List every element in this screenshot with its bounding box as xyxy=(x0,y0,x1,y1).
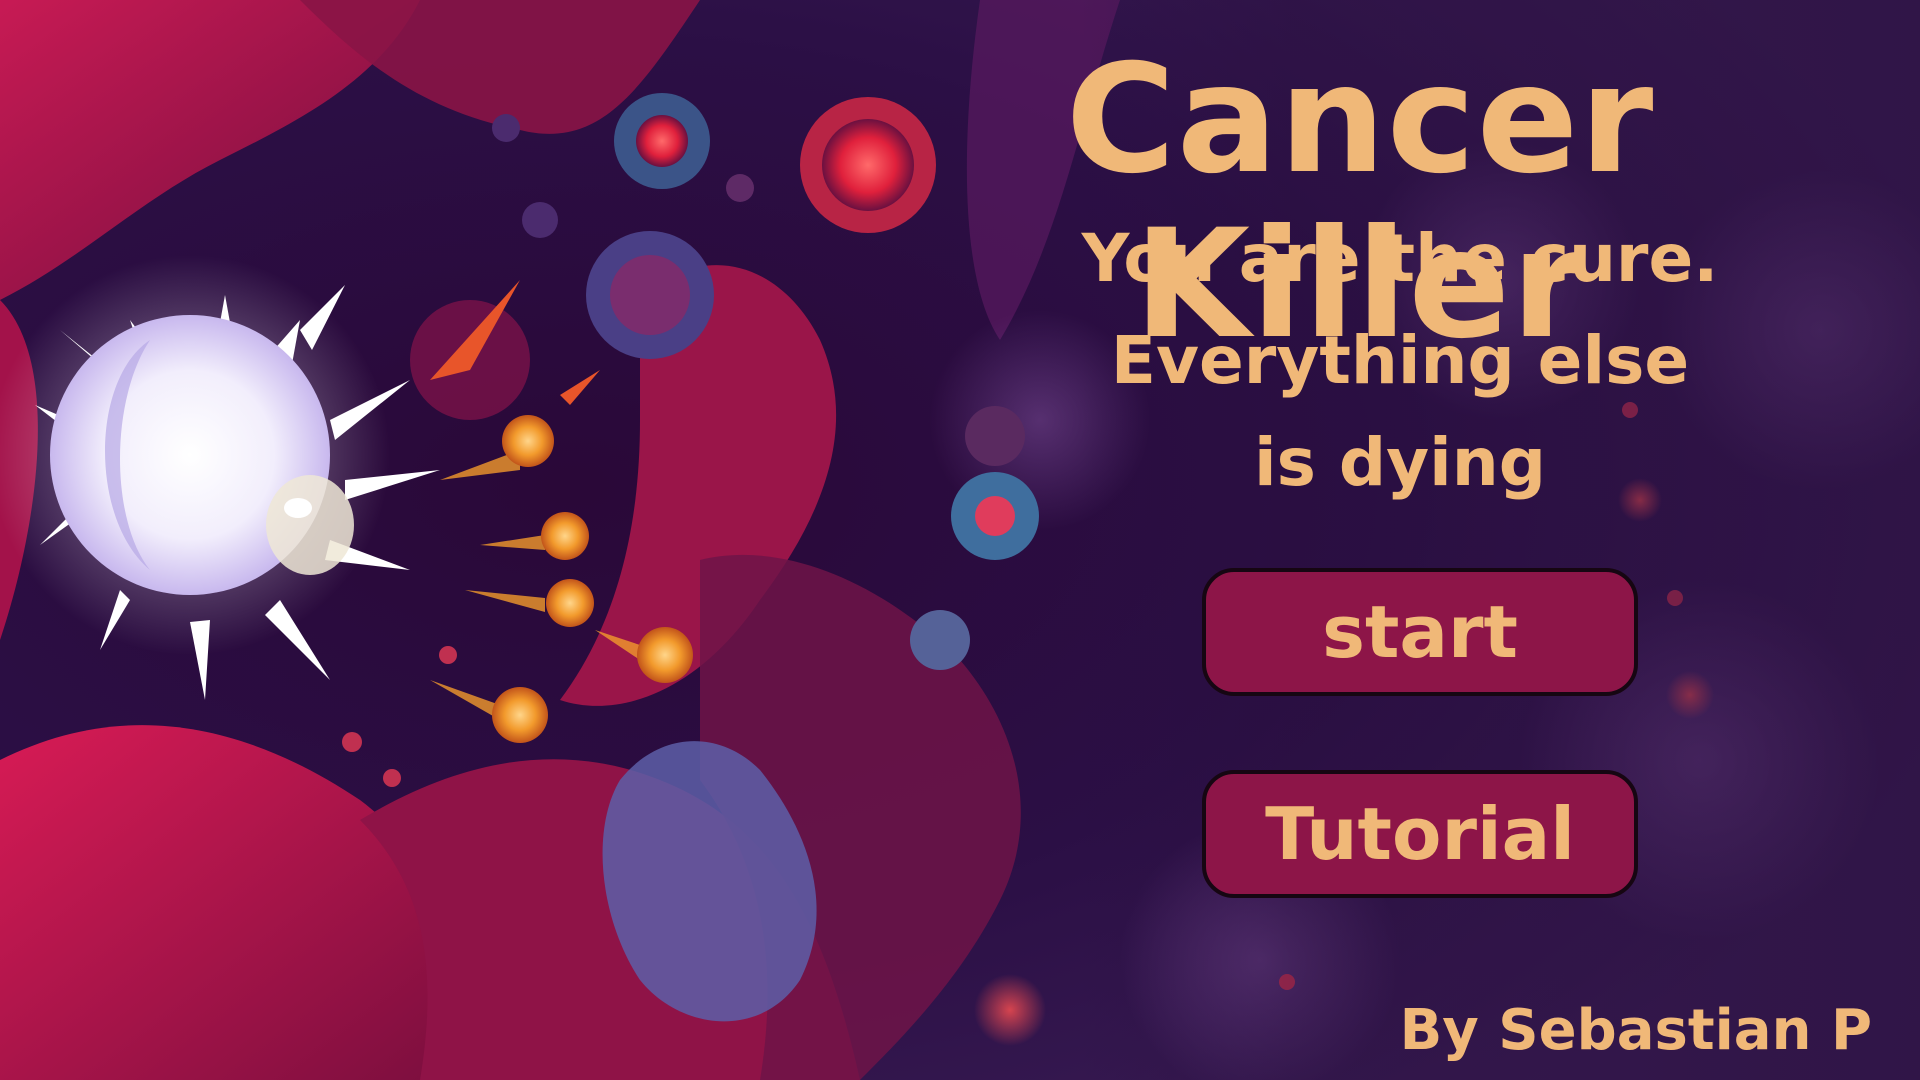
start-button-label: start xyxy=(1322,590,1518,674)
tutorial-button-label: Tutorial xyxy=(1265,792,1575,876)
tagline-line-2: Everything else xyxy=(1110,322,1690,399)
author-credit: By Sebastian P xyxy=(1399,998,1872,1063)
tagline: You are the cure. Everything else is dyi… xyxy=(1000,208,1800,514)
start-button[interactable]: start xyxy=(1202,568,1638,696)
tagline-line-1: You are the cure. xyxy=(1081,220,1719,297)
tutorial-button[interactable]: Tutorial xyxy=(1202,770,1638,898)
tagline-line-3: is dying xyxy=(1253,424,1546,501)
